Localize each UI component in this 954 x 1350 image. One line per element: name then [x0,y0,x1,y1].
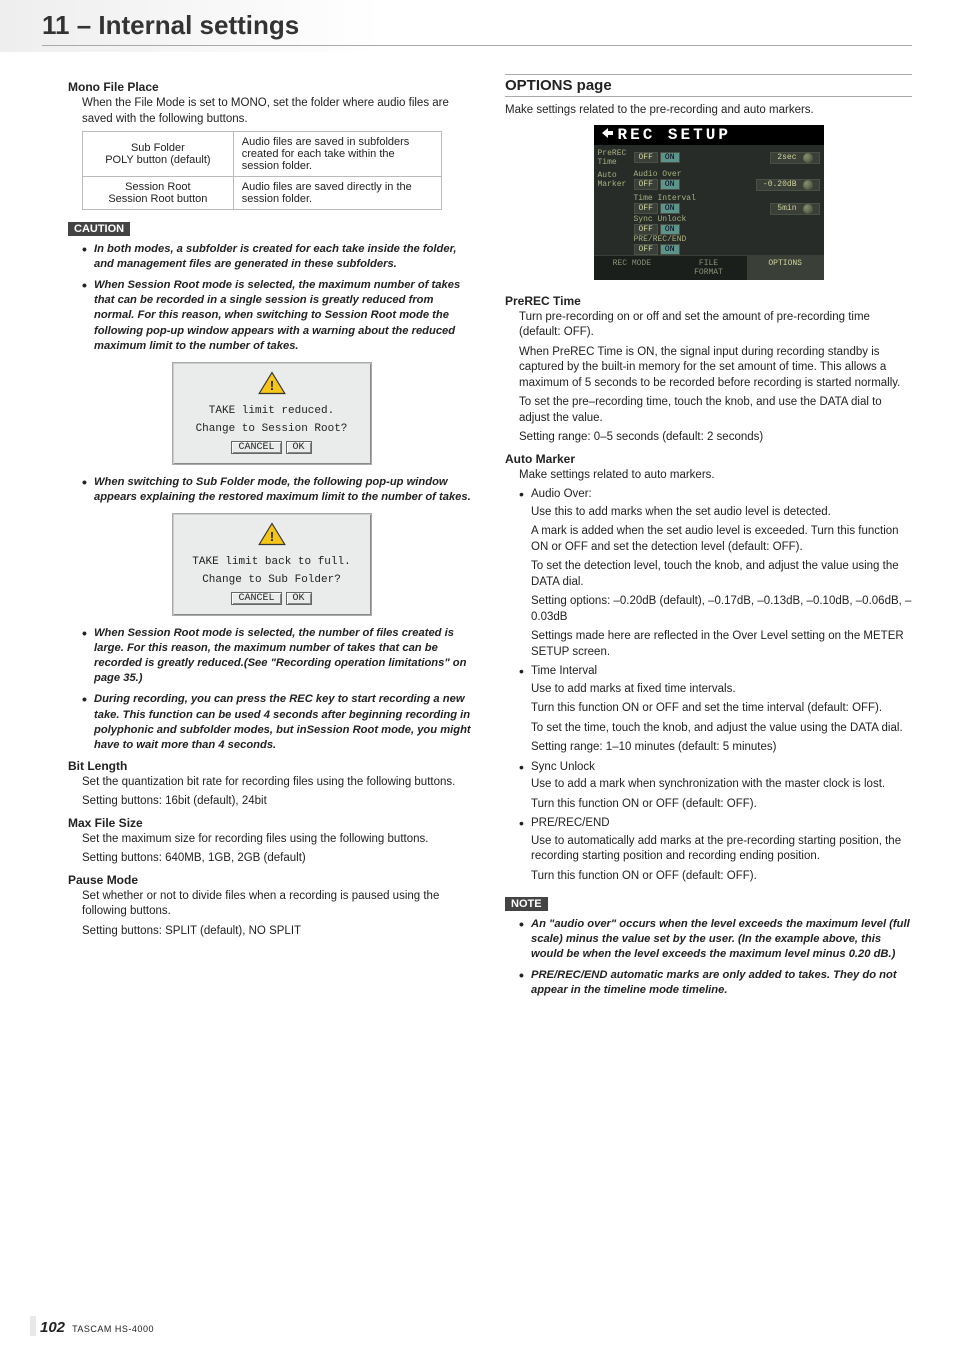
warning-icon: ! [179,371,365,399]
cell-subfolder-desc: Audio files are saved in subfolders crea… [233,132,441,177]
svg-text:!: ! [267,530,275,546]
list-item: Audio Over: Use this to add marks when t… [519,487,912,660]
popup-line1: TAKE limit reduced. [179,405,365,417]
mono-intro: When the File Mode is set to MONO, set t… [82,96,475,127]
popup-take-limit-full: ! TAKE limit back to full. Change to Sub… [172,513,372,616]
auto-marker-label: Auto Marker [598,171,634,189]
on-button[interactable]: ON [660,152,680,163]
cell-subfolder-b: POLY button (default) [91,154,225,166]
on-button[interactable]: ON [660,244,680,255]
page-footer: 102 TASCAM HS-4000 [40,1319,154,1336]
tab-rec-mode[interactable]: REC MODE [594,256,671,280]
cell-sessionroot-b: Session Root button [91,193,225,205]
item-label: Audio Over: [531,488,592,500]
prerec-time-label: PreREC Time [598,149,634,167]
popup-take-limit-reduced: ! TAKE limit reduced. Change to Session … [172,362,372,465]
caution-item: When Session Root mode is selected, the … [82,278,475,354]
audio-over-label: Audio Over [634,170,820,179]
lcd-title: REC SETUP [618,126,731,144]
item-label: PRE/REC/END [531,817,610,829]
pause-mode-p1: Set whether or not to divide files when … [82,889,475,920]
cell-sessionroot-a: Session Root [91,181,225,193]
prerec-p2: When PreREC Time is ON, the signal input… [519,345,912,392]
pause-mode-heading: Pause Mode [68,873,475,887]
pre-rec-end-label: PRE/REC/END [634,235,820,244]
sync-unlock-label: Sync Unlock [634,215,820,224]
max-file-size-p2: Setting buttons: 640MB, 1GB, 2GB (defaul… [82,851,475,867]
warning-icon: ! [179,522,365,550]
prerec-time-heading: PreREC Time [505,294,912,308]
knob-icon[interactable] [803,204,813,214]
auto-marker-intro: Make settings related to auto markers. [519,468,912,484]
caution-item: In both modes, a subfolder is created fo… [82,242,475,272]
list-item: PRE/REC/END Use to automatically add mar… [519,816,912,884]
on-button[interactable]: ON [660,179,680,190]
bit-length-heading: Bit Length [68,759,475,773]
note-item: An "audio over" occurs when the level ex… [519,917,912,962]
knob-icon[interactable] [803,153,813,163]
max-file-size-heading: Max File Size [68,816,475,830]
tab-options[interactable]: OPTIONS [747,256,824,280]
off-button[interactable]: OFF [634,179,658,190]
off-button[interactable]: OFF [634,203,658,214]
rec-setup-screen: REC SETUP PreREC Time OFF ON 2sec Auto M… [594,125,824,280]
prerec-p3: To set the pre–recording time, touch the… [519,395,912,426]
ok-button[interactable]: OK [286,592,312,605]
knob-icon[interactable] [803,180,813,190]
caution-item: When Session Root mode is selected, the … [82,626,475,686]
left-column: Mono File Place When the File Mode is se… [68,74,475,1004]
time-interval-value[interactable]: 5min [770,203,819,215]
item-label: Sync Unlock [531,761,595,773]
back-arrow-icon[interactable] [600,126,614,144]
options-intro: Make settings related to the pre-recordi… [505,103,912,119]
svg-text:!: ! [267,379,275,395]
off-button[interactable]: OFF [634,152,658,163]
options-page-heading: OPTIONS page [505,74,912,97]
footer-accent [30,1316,36,1336]
popup-line2: Change to Session Root? [179,423,365,435]
caution-badge: CAUTION [68,222,130,236]
mono-file-place-heading: Mono File Place [68,80,475,94]
caution-mid-text: When switching to Sub Folder mode, the f… [82,475,475,505]
cell-subfolder-a: Sub Folder [91,142,225,154]
cancel-button[interactable]: CANCEL [231,592,281,605]
right-column: OPTIONS page Make settings related to th… [505,74,912,1004]
time-interval-label: Time Interval [634,194,820,203]
tab-file-format[interactable]: FILE FORMAT [670,256,747,280]
note-badge: NOTE [505,897,548,911]
off-button[interactable]: OFF [634,224,658,235]
list-item: Time Interval Use to add marks at fixed … [519,664,912,756]
item-label: Time Interval [531,665,597,677]
list-item: Sync Unlock Use to add a mark when synch… [519,760,912,813]
popup-line1: TAKE limit back to full. [179,556,365,568]
cell-sessionroot-desc: Audio files are saved directly in the se… [233,177,441,210]
cancel-button[interactable]: CANCEL [231,441,281,454]
on-button[interactable]: ON [660,203,680,214]
off-button[interactable]: OFF [634,244,658,255]
bit-length-p1: Set the quantization bit rate for record… [82,775,475,791]
table-row: Session Root Session Root button Audio f… [83,177,442,210]
mono-file-table: Sub Folder POLY button (default) Audio f… [82,131,442,210]
popup-line2: Change to Sub Folder? [179,574,365,586]
max-file-size-p1: Set the maximum size for recording files… [82,832,475,848]
prerec-p4: Setting range: 0–5 seconds (default: 2 s… [519,430,912,446]
note-item: PRE/REC/END automatic marks are only add… [519,968,912,998]
table-row: Sub Folder POLY button (default) Audio f… [83,132,442,177]
caution-item: During recording, you can press the REC … [82,692,475,752]
page-number: 102 [40,1319,65,1336]
prerec-p1: Turn pre-recording on or off and set the… [519,310,912,341]
audio-over-value[interactable]: -0.20dB [756,179,820,191]
auto-marker-heading: Auto Marker [505,452,912,466]
pause-mode-p2: Setting buttons: SPLIT (default), NO SPL… [82,924,475,940]
prerec-value[interactable]: 2sec [770,152,819,164]
page-header: 11 – Internal settings [0,0,954,52]
chapter-title: 11 – Internal settings [42,10,912,46]
brand-label: TASCAM HS-4000 [72,1324,154,1334]
bit-length-p2: Setting buttons: 16bit (default), 24bit [82,794,475,810]
ok-button[interactable]: OK [286,441,312,454]
on-button[interactable]: ON [660,224,680,235]
